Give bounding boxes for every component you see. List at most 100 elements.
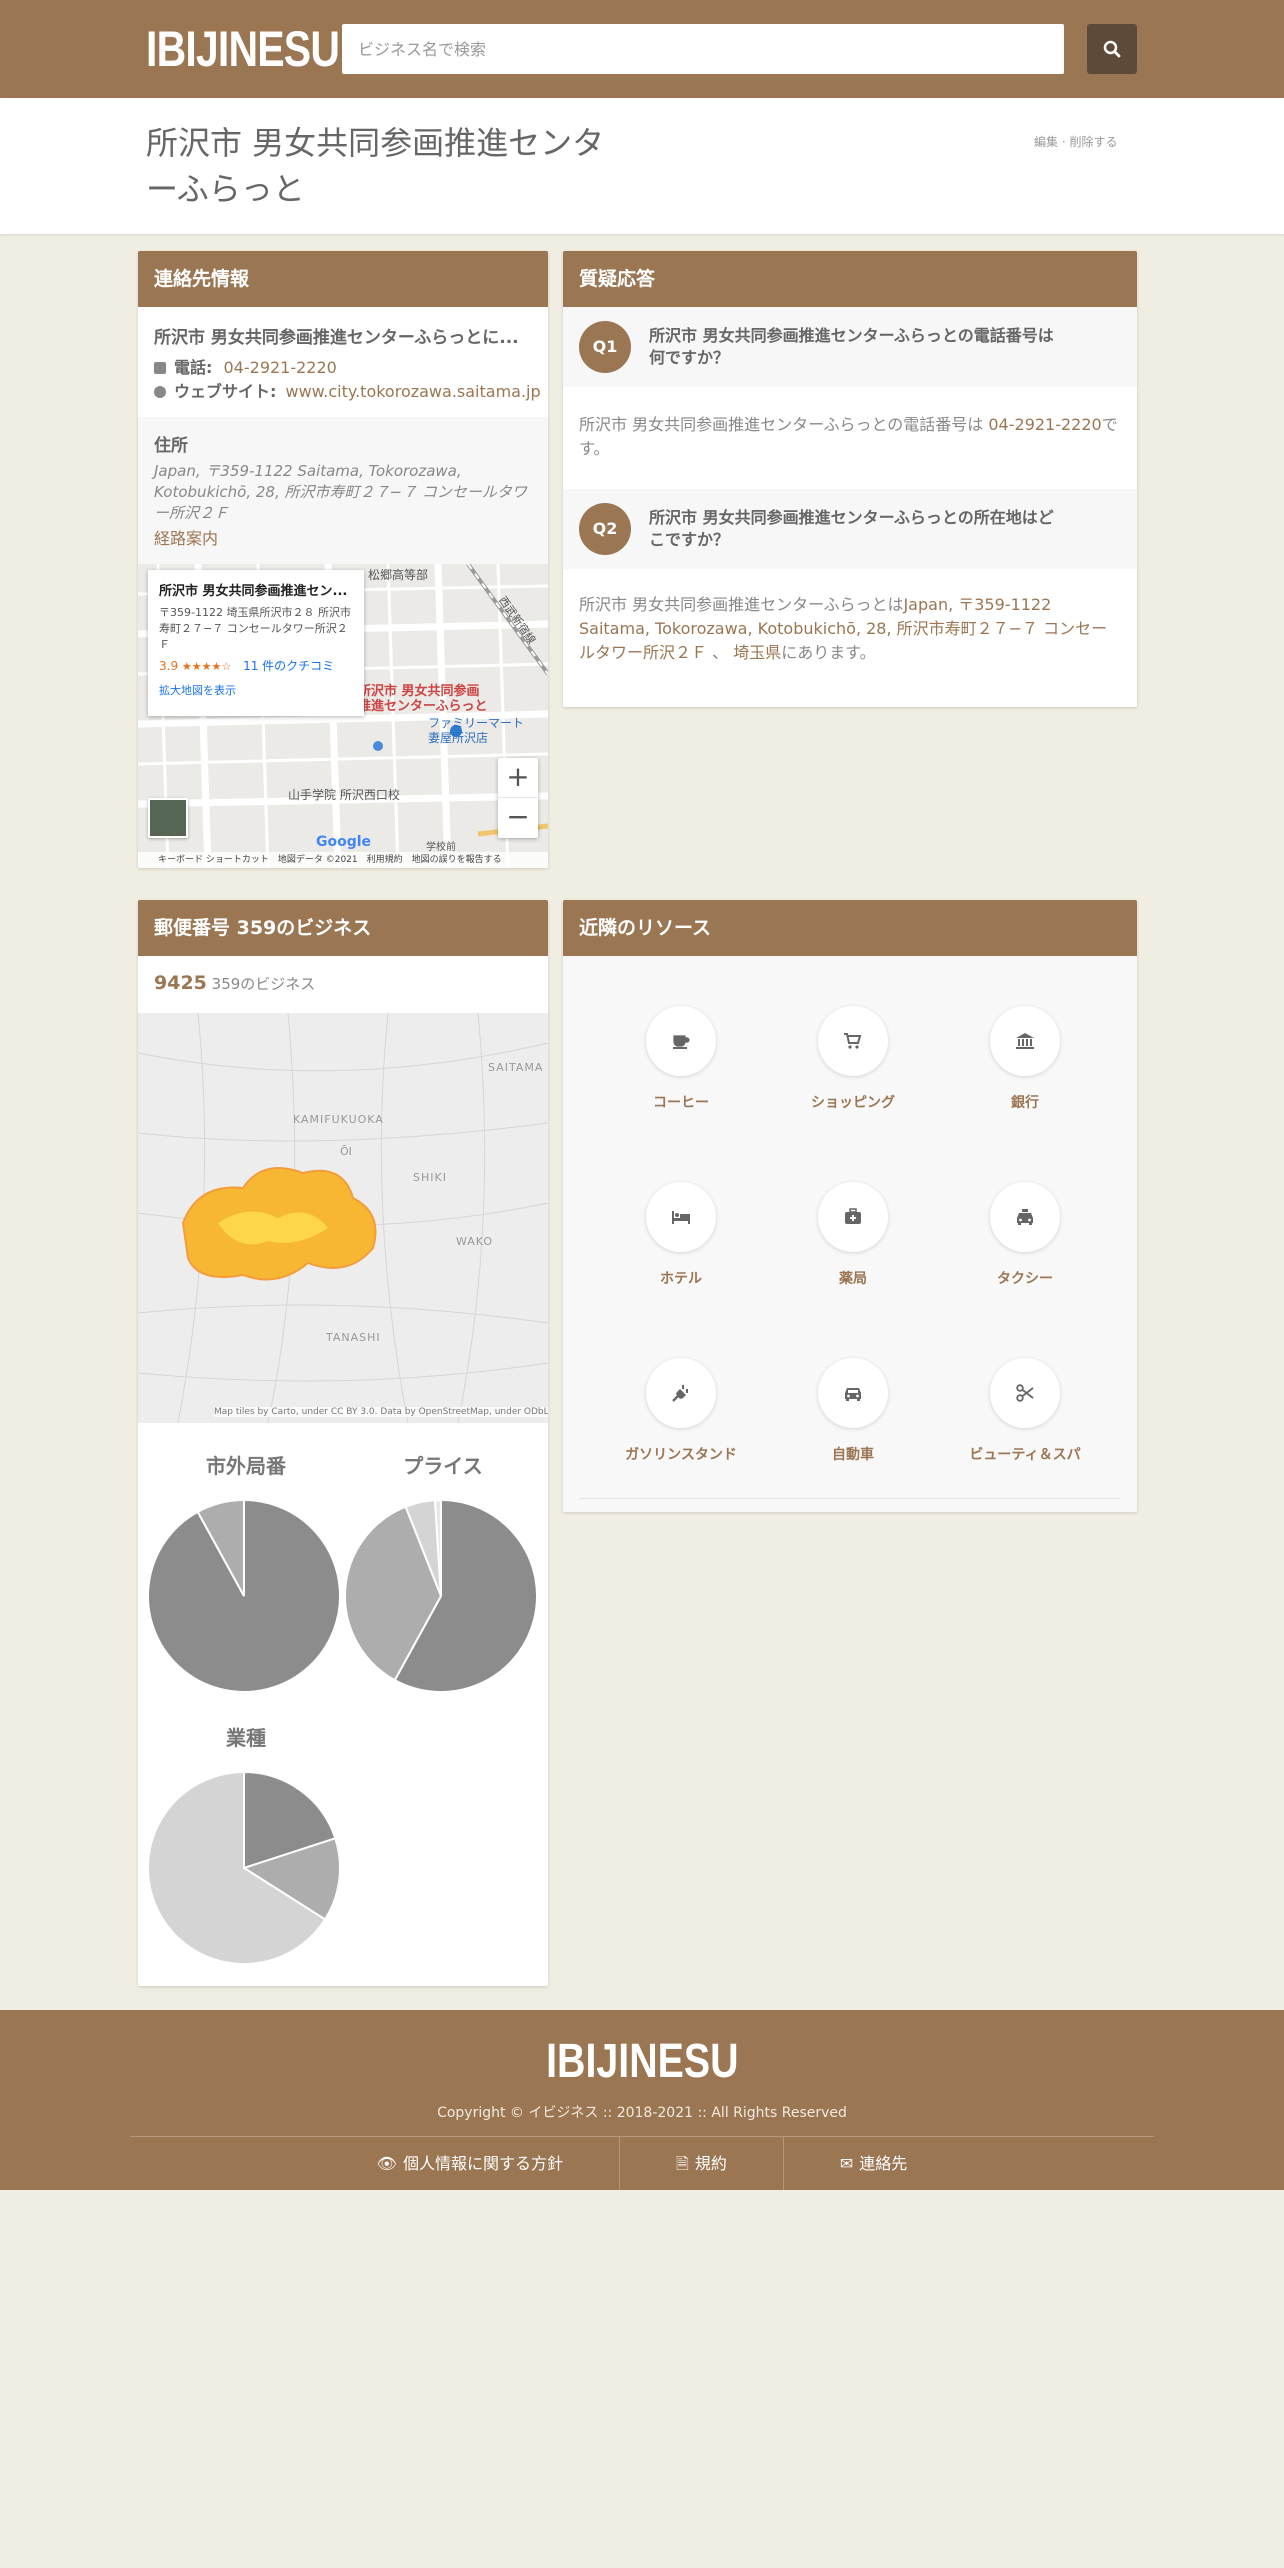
qa-panel: 質疑応答 Q1 所沢市 男女共同参画推進センターふらっとの電話番号は何ですか？ … <box>563 251 1137 707</box>
cart-icon <box>844 1033 862 1049</box>
map-zoom-controls: + − <box>498 758 538 838</box>
car-icon <box>845 1388 861 1401</box>
address-heading: 住所 <box>154 436 188 456</box>
edit-delete-link[interactable]: 編集 · 削除する <box>1034 133 1117 150</box>
postal-panel: 郵便番号 359のビジネス 9425 359のビジネス SAITAMA KAMI… <box>138 900 548 1986</box>
postal-map[interactable]: SAITAMA KAMIFUKUOKA ŌI SHIKI WAKO TANASH… <box>138 1013 548 1423</box>
resource-label: ガソリンスタンド <box>625 1447 737 1463</box>
map-poi-top: 松郷高等部 <box>368 568 429 582</box>
taxi-icon <box>1017 1209 1033 1225</box>
footer-link-privacy[interactable]: 👁 個人情報に関する方針 <box>321 2137 620 2190</box>
website-link[interactable]: www.city.tokorozawa.saitama.jp <box>286 382 541 401</box>
envelope-icon: ✉ <box>839 2154 854 2173</box>
qa-badge-2: Q2 <box>579 503 631 555</box>
map-satellite-thumb[interactable] <box>148 798 188 838</box>
search-input[interactable] <box>342 24 1064 74</box>
title-bar: 所沢市 男女共同参画推進センターふらっと 編集 · 削除する <box>0 98 1284 234</box>
resource-scissors[interactable]: ビューティ＆スパ <box>939 1358 1111 1464</box>
resource-taxi[interactable]: タクシー <box>939 1182 1111 1288</box>
resource-circle[interactable] <box>646 1182 716 1252</box>
map-place-wako: WAKO <box>456 1235 494 1248</box>
qa-question-2: Q2 所沢市 男女共同参画推進センターふらっとの所在地はどこですか？ <box>563 489 1137 569</box>
globe-icon <box>154 386 166 398</box>
resources-panel: 近隣のリソース コーヒー ショッピング 銀行ホテル 薬局 タクシーガソリンスタンド 自動車… <box>563 900 1137 1512</box>
phone-label: 電話: <box>174 358 213 377</box>
resource-plug[interactable]: ガソリンスタンド <box>595 1358 767 1464</box>
contact-heading: 連絡先情報 <box>138 251 548 307</box>
footer-link-terms[interactable]: 🗎 規約 <box>620 2137 784 2190</box>
page-title: 所沢市 男女共同参画推進センターふらっと <box>146 124 605 208</box>
resource-circle[interactable] <box>990 1182 1060 1252</box>
phone-row: 電話: 04-2921-2220 <box>154 354 337 378</box>
website-label: ウェブサイト: <box>174 382 277 401</box>
map-card-title: 所沢市 男女共同参画推進セン... <box>159 584 348 599</box>
map-place-shiki: SHIKI <box>413 1171 447 1184</box>
resource-circle[interactable] <box>990 1006 1060 1076</box>
pie-category <box>147 1770 341 1965</box>
qa-answer-1: 所沢市 男女共同参画推進センターふらっとの電話番号は 04-2921-2220で… <box>579 415 1118 458</box>
resource-label: コーヒー <box>653 1095 709 1111</box>
map-footer: キーボード ショートカット 地図データ ©2021 利用規約 地図の誤りを報告す… <box>138 852 548 868</box>
zoom-in-button[interactable]: + <box>498 758 538 798</box>
resource-circle[interactable] <box>818 1182 888 1252</box>
search-icon <box>1103 40 1121 58</box>
postal-map-attribution: Map tiles by Carto, under CC BY 3.0. Dat… <box>214 1407 548 1417</box>
resource-cart[interactable]: ショッピング <box>767 1006 939 1112</box>
footer: IBIJINESU Copyright © イビジネス :: 2018-2021… <box>0 2010 1284 2190</box>
resource-label: 薬局 <box>839 1271 867 1287</box>
resources-heading: 近隣のリソース <box>563 900 1137 956</box>
google-logo: Google <box>316 834 372 850</box>
business-count: 9425 <box>154 972 207 994</box>
business-name: 所沢市 男女共同参画推進センターふらっとに... <box>154 328 519 348</box>
site-logo[interactable]: IBIJINESU <box>146 20 340 78</box>
qa-prefecture-link[interactable]: 埼玉県 <box>733 643 781 662</box>
pie-charts <box>147 1498 538 1965</box>
eye-icon: 👁 <box>376 2154 397 2173</box>
scissors-icon <box>1016 1384 1034 1402</box>
qa-question-text-1: 所沢市 男女共同参画推進センターふらっとの電話番号は何ですか？ <box>649 326 1054 367</box>
map-card-rating: 3.9 ★★★★☆ 11 件のクチコミ <box>159 659 335 673</box>
star-icons: ★★★★☆ <box>181 660 232 673</box>
resource-coffee[interactable]: コーヒー <box>595 1006 767 1112</box>
footer-logo[interactable]: IBIJINESU <box>0 2034 1284 2089</box>
qa-phone-link[interactable]: 04-2921-2220 <box>988 415 1101 434</box>
resource-label: ホテル <box>660 1271 702 1287</box>
resources-divider <box>579 1498 1121 1499</box>
resource-circle[interactable] <box>646 1358 716 1428</box>
resource-bed[interactable]: ホテル <box>595 1182 767 1288</box>
zoom-out-button[interactable]: − <box>498 798 538 838</box>
website-row: ウェブサイト: www.city.tokorozawa.saitama.jp <box>154 378 541 402</box>
pie-area-code <box>147 1498 341 1693</box>
footer-links: 👁 個人情報に関する方針 🗎 規約 ✉ 連絡先 <box>0 2137 1284 2190</box>
map-info-card: 所沢市 男女共同参画推進セン... 〒359-1122 埼玉県所沢市２８ 所沢市… <box>148 570 364 716</box>
map-poi-small: 学校前 <box>426 842 456 853</box>
business-count-label: 359のビジネス <box>211 975 316 993</box>
qa-question-1: Q1 所沢市 男女共同参画推進センターふらっとの電話番号は何ですか？ <box>563 307 1137 387</box>
phone-link[interactable]: 04-2921-2220 <box>224 358 337 377</box>
map-label-business: 所沢市 男女共同参画 推進センターふらっと <box>358 684 488 714</box>
map-enlarge-link[interactable]: 拡大地図を表示 <box>159 682 353 698</box>
bed-icon <box>672 1211 690 1224</box>
plug-icon <box>672 1385 688 1402</box>
resource-circle[interactable] <box>646 1006 716 1076</box>
resource-circle[interactable] <box>818 1006 888 1076</box>
search-button[interactable] <box>1087 24 1137 74</box>
resource-medkit[interactable]: 薬局 <box>767 1182 939 1288</box>
resource-label: 自動車 <box>832 1447 874 1463</box>
footer-link-contact[interactable]: ✉ 連絡先 <box>784 2137 963 2190</box>
qa-badge-1: Q1 <box>579 321 631 373</box>
resource-car[interactable]: 自動車 <box>767 1358 939 1464</box>
map-place-kamifukuoka: KAMIFUKUOKA <box>293 1113 384 1126</box>
postal-map-tiles <box>138 1013 548 1423</box>
resource-circle[interactable] <box>818 1358 888 1428</box>
directions-link[interactable]: 経路案内 <box>154 525 218 549</box>
map-reviews-link[interactable]: 11 件のクチコミ <box>243 659 334 673</box>
resource-circle[interactable] <box>990 1358 1060 1428</box>
google-map[interactable]: 所沢市 男女共同参画 推進センターふらっと ファミリーマート 妻屋所沢店 山手学院 … <box>138 564 548 868</box>
resource-bank[interactable]: 銀行 <box>939 1006 1111 1112</box>
map-poi-school: 山手学院 所沢西口校 <box>288 788 400 802</box>
map-place-tanashi: TANASHI <box>326 1331 381 1344</box>
qa-question-text-2: 所沢市 男女共同参画推進センターふらっとの所在地はどこですか？ <box>649 508 1054 549</box>
business-count-row: 9425 359のビジネス <box>154 972 315 994</box>
coffee-icon <box>673 1035 690 1049</box>
